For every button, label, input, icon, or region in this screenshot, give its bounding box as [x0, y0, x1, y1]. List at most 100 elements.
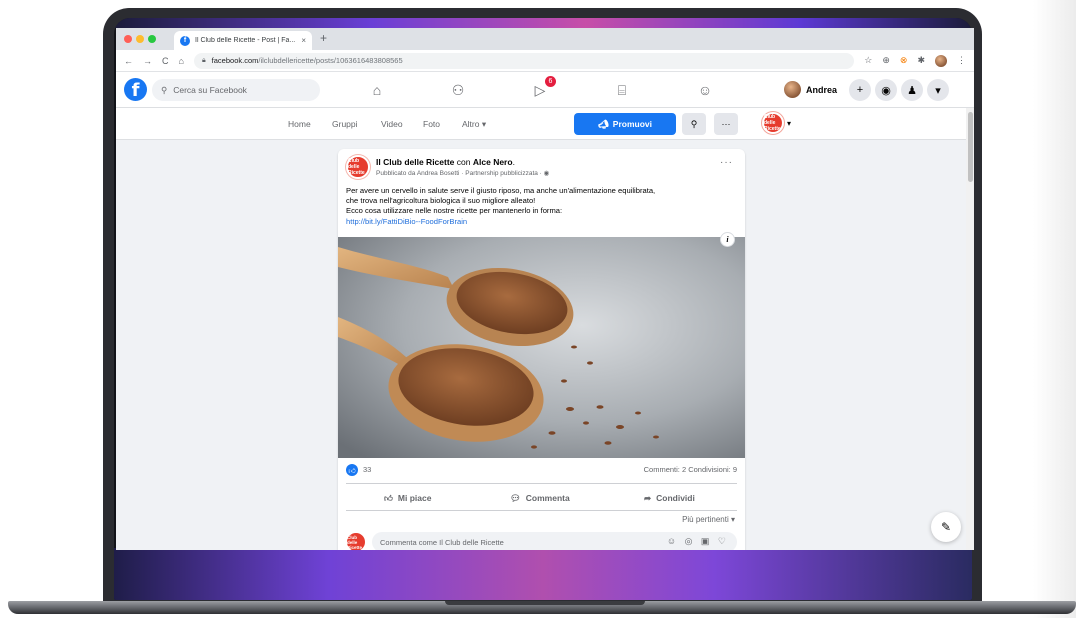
promote-button[interactable]: 📣︎ Promuovi: [574, 113, 676, 135]
share-label: Condividi: [656, 493, 695, 503]
post-author-period: .: [512, 157, 515, 167]
comment-bubble-icon: 💬︎: [510, 492, 521, 503]
watch-icon[interactable]: ▷ 6: [530, 76, 556, 100]
thumbs-up-icon: 👍︎: [384, 492, 393, 503]
post-subtitle: Pubblicato da Andrea Bosetti · Partnersh…: [376, 170, 550, 177]
user-name: Andrea: [806, 84, 838, 95]
bookmark-star-icon[interactable]: ☆: [864, 55, 872, 66]
product-mockup: f Il Club delle Ricette - Post | Fa... ×…: [0, 0, 1076, 618]
reaction-count[interactable]: 33: [363, 465, 371, 474]
create-plus-icon[interactable]: +: [849, 79, 871, 101]
new-tab-button[interactable]: +: [320, 31, 327, 45]
post-author-name[interactable]: Il Club delle Ricette: [376, 157, 454, 167]
page-switcher[interactable]: Club delle Ricette ▾: [762, 112, 791, 134]
ad-info-icon[interactable]: i: [720, 232, 735, 247]
like-reaction-icon: 👍︎: [346, 464, 358, 476]
tab-title: Il Club delle Ricette - Post | Fa...: [195, 37, 296, 44]
page-more-button[interactable]: ···: [714, 113, 738, 135]
nav-gruppi[interactable]: Gruppi: [332, 119, 358, 129]
groups-icon[interactable]: ☺: [695, 80, 715, 100]
account-caret-icon[interactable]: ▾: [927, 79, 949, 101]
page-logo: Club delle Ricette: [762, 112, 784, 134]
post-partner-name[interactable]: Alce Nero: [473, 157, 513, 167]
profile-shortcut[interactable]: Andrea: [784, 81, 837, 98]
back-icon[interactable]: ←: [124, 56, 133, 66]
comments-shares-count[interactable]: Commenti: 2 Condivisioni: 9: [644, 465, 737, 474]
browser-window: f Il Club delle Ricette - Post | Fa... ×…: [116, 28, 974, 550]
divider: [346, 483, 737, 484]
post-text-line: Ecco cosa utilizzare nelle nostre ricett…: [346, 206, 563, 216]
reload-icon[interactable]: C: [162, 56, 169, 66]
address-bar[interactable]: 🔒︎ facebook.com/ilclubdellericette/posts…: [193, 52, 855, 69]
messenger-icon[interactable]: ◉: [875, 79, 897, 101]
browser-menu-icon[interactable]: ⋮: [957, 55, 966, 66]
like-button[interactable]: 👍︎ Mi piace: [384, 490, 431, 506]
facebook-header: f ⚲ Cerca su Facebook ⌂ ⚇ ▷ 6 ⌸ ☺ Andrea …: [116, 72, 974, 108]
scrollbar-thumb[interactable]: [968, 112, 973, 182]
chevron-down-icon: ▾: [787, 118, 792, 128]
comment-sort-dropdown[interactable]: Più pertinenti ▾: [682, 515, 735, 524]
post-options-icon[interactable]: ···: [720, 157, 733, 168]
close-window-button[interactable]: [124, 35, 132, 43]
extension-icon[interactable]: ⊗: [900, 55, 908, 66]
notification-badge: 6: [545, 76, 556, 87]
home-icon[interactable]: ⌂: [367, 80, 387, 100]
browser-toolbar: ← → C ⌂ 🔒︎ facebook.com/ilclubdellericet…: [116, 50, 974, 72]
tab-close-icon[interactable]: ×: [301, 36, 306, 45]
url-path: /ilclubdellericette/posts/10636164838085…: [258, 56, 403, 65]
search-icon: ⚲: [161, 84, 168, 95]
home-browser-icon[interactable]: ⌂: [179, 56, 184, 66]
lock-icon: 🔒︎: [201, 56, 206, 64]
marketplace-icon[interactable]: ⌸: [612, 80, 632, 100]
avatar: [784, 81, 801, 98]
facebook-favicon-icon: f: [180, 35, 190, 46]
search-placeholder: Cerca su Facebook: [173, 85, 247, 95]
comment-button[interactable]: 💬︎ Commenta: [510, 490, 570, 506]
share-button[interactable]: ➦ Condividi: [644, 490, 695, 506]
nav-altro[interactable]: Altro ▾: [462, 119, 486, 130]
browser-tab[interactable]: f Il Club delle Ricette - Post | Fa... ×: [174, 31, 312, 50]
post-text-line: che trova nell'agricoltura biologica il …: [346, 196, 536, 206]
megaphone-icon: 📣︎: [598, 118, 609, 129]
facebook-logo-icon[interactable]: f: [124, 78, 147, 101]
forward-icon[interactable]: →: [143, 56, 152, 66]
facebook-search-input[interactable]: ⚲ Cerca su Facebook: [152, 79, 320, 101]
nav-home[interactable]: Home: [288, 119, 311, 129]
post-link[interactable]: http://bit.ly/FattiDiBio--FoodForBrain: [346, 217, 735, 227]
post-with: con: [456, 157, 471, 167]
post-author-avatar[interactable]: Club delle Ricette: [346, 155, 370, 179]
post-card: Club delle Ricette Il Club delle Ricette…: [338, 149, 745, 550]
comment-composer: Club delle Ricette Commenta come Il Club…: [346, 531, 737, 550]
share-arrow-icon: ➦: [644, 492, 652, 503]
like-label: Mi piace: [397, 493, 432, 503]
flaxseed-spoons-image: [338, 237, 745, 458]
post-stats: 👍︎ 33 Commenti: 2 Condivisioni: 9: [346, 464, 737, 478]
nav-foto[interactable]: Foto: [423, 119, 440, 129]
page-navigation: Home Gruppi Video Foto Altro ▾ 📣︎ Promuo…: [116, 108, 974, 140]
divider: [346, 510, 737, 511]
post-body: Per avere un cervello in salute serve il…: [346, 186, 735, 227]
page-search-icon[interactable]: ⚲: [682, 113, 706, 135]
post-text-line: Per avere un cervello in salute serve il…: [346, 186, 656, 195]
laptop-hinge-notch: [445, 601, 645, 605]
minimize-window-button[interactable]: [136, 35, 144, 43]
wallpaper-top: [114, 18, 972, 28]
maximize-window-button[interactable]: [148, 35, 156, 43]
notifications-bell-icon[interactable]: ♟: [901, 79, 923, 101]
extension-icon[interactable]: ⊕: [882, 55, 890, 66]
browser-profile-avatar[interactable]: [935, 54, 947, 67]
url-domain: facebook.com: [211, 56, 259, 65]
new-message-edit-icon[interactable]: ✎: [931, 512, 961, 542]
promote-label: Promuovi: [612, 119, 652, 129]
comment-attachment-icons[interactable]: ☺ ◎ ▣ ♡: [667, 536, 729, 547]
post-author-line: Il Club delle Ricette con Alce Nero.: [376, 157, 515, 167]
post-header: Club delle Ricette Il Club delle Ricette…: [346, 155, 737, 183]
puzzle-extension-icon[interactable]: ✱: [917, 55, 925, 66]
tab-strip: f Il Club delle Ricette - Post | Fa... ×…: [116, 28, 974, 50]
nav-video[interactable]: Video: [381, 119, 403, 129]
avatar: Club delle Ricette: [346, 532, 366, 550]
wallpaper-bottom: [114, 548, 972, 600]
post-image-flaxseed-spoons[interactable]: [338, 237, 745, 458]
friends-icon[interactable]: ⚇: [448, 80, 468, 100]
comment-label: Commenta: [525, 493, 570, 503]
